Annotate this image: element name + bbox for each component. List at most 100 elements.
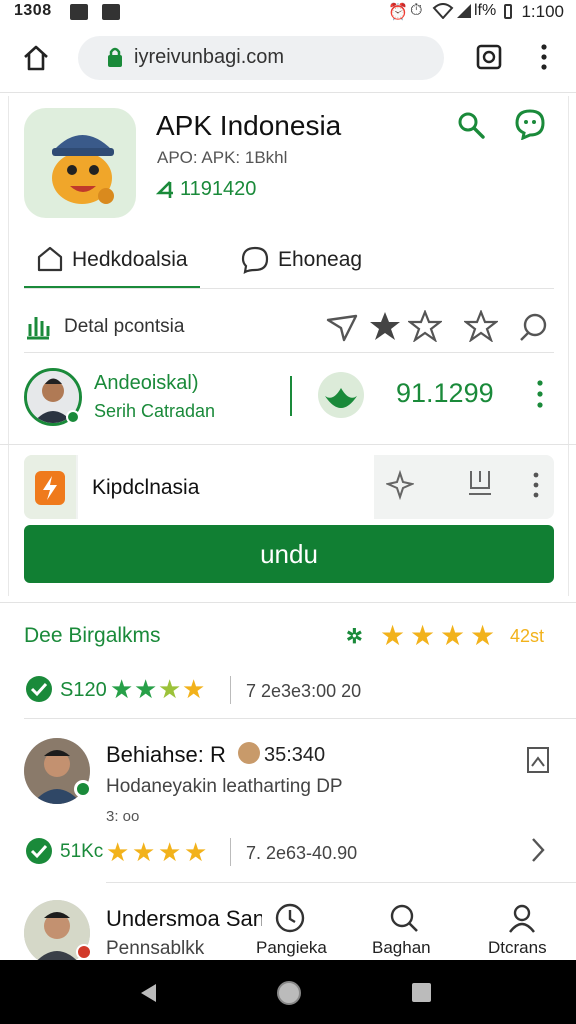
summary-date: 7 2e3e3:00 20: [246, 681, 362, 701]
image-icon: [102, 4, 120, 20]
bottom-tab-3[interactable]: Dtcrans: [488, 938, 547, 958]
browser-toolbar: iyreivunbagi.com: [0, 28, 576, 88]
review-1-divider-bottom: [106, 882, 576, 883]
review-1-star-1: ★: [106, 837, 130, 867]
more-vert-icon[interactable]: [538, 42, 550, 72]
search-icon[interactable]: [456, 110, 486, 140]
app-icon: [24, 108, 136, 218]
mascot-icon: [52, 135, 114, 204]
tab-reviews[interactable]: Ehoneag: [278, 248, 362, 272]
summary-divider-bottom: [24, 718, 576, 719]
status-time-right: 1:100: [521, 2, 564, 21]
tab-home-icon: [37, 246, 63, 272]
bookmark-icon[interactable]: [466, 468, 494, 498]
url-text[interactable]: iyreivunbagi.com: [134, 46, 284, 69]
chevron-right-icon[interactable]: [530, 836, 546, 864]
app-download-count: 1191420: [180, 178, 257, 200]
app-subtitle: APO: APK: 1Bkhl: [157, 148, 288, 167]
page-edge-right: [568, 96, 569, 596]
status-bar: 1308 ⏰ ⏱ lf% 1:100: [0, 0, 576, 24]
review-1-date: 7. 2e63-40.90: [246, 843, 358, 863]
verified-badge: [66, 410, 80, 424]
status-time-left: 1308: [14, 2, 52, 19]
bottom-search-icon[interactable]: [388, 902, 420, 934]
home-icon[interactable]: [22, 44, 50, 72]
clock-icon: ⏱: [410, 2, 423, 19]
developer-divider-bottom: [0, 444, 576, 445]
header-star-1: ★: [380, 620, 406, 651]
lock-icon: [108, 47, 122, 67]
app-card-label: Kipdclnasia: [92, 476, 200, 499]
reviews-rating-text: 42st: [510, 626, 545, 646]
download-button[interactable]: undu: [24, 525, 554, 583]
bottom-tab-1[interactable]: Pangieka: [256, 938, 327, 958]
toolbar-divider: [0, 92, 576, 93]
header-star-4: ★: [470, 620, 496, 651]
developer-more-icon[interactable]: [534, 378, 546, 410]
review-1-badge: [74, 780, 92, 798]
back-icon[interactable]: [138, 982, 158, 1004]
tabs-icon[interactable]: [475, 43, 503, 71]
battery-icon: [504, 4, 512, 19]
review-2-name[interactable]: Undersmoa San: [106, 906, 265, 932]
tab-overview[interactable]: Hedkdoalsia: [72, 248, 188, 272]
summary-divider: [230, 676, 231, 704]
review-1-text: Hodaneyakin leatharting DP: [106, 776, 343, 797]
star-filled-icon[interactable]: [368, 310, 402, 342]
bottom-tab-2[interactable]: Baghan: [372, 938, 431, 958]
history-icon[interactable]: [274, 902, 306, 934]
review-1-name[interactable]: Behiahse: R: [106, 742, 226, 768]
flash-icon: [35, 471, 65, 505]
summary-star-1: ★: [110, 674, 134, 704]
review-2-badge: [76, 944, 92, 960]
tabs-divider: [24, 288, 554, 289]
notification-icon: [70, 4, 88, 20]
reviews-title: Dee Birgalkms: [24, 624, 161, 647]
developer-sub: Serih Catradan: [94, 401, 216, 421]
star-outline-icon[interactable]: [408, 310, 442, 342]
developer-logo-icon: [318, 372, 364, 418]
check-circle-icon: [26, 676, 52, 702]
comment-icon[interactable]: [518, 312, 550, 342]
signal-text: lf%: [474, 2, 497, 19]
flag-icon[interactable]: [526, 746, 550, 774]
chat-icon[interactable]: [514, 108, 546, 140]
reviews-rating-icon: ✲: [346, 626, 363, 648]
signal-icon: [457, 4, 471, 18]
detail-divider: [24, 352, 554, 353]
detail-label: Detal pcontsia: [64, 316, 185, 337]
pin-icon[interactable]: [386, 470, 414, 500]
review-1-meta: 3: oo: [106, 808, 140, 825]
tab-comment-icon: [241, 246, 269, 274]
summary-star-2: ★: [134, 674, 158, 704]
review-1-badge-text: 35:340: [264, 744, 326, 766]
stats-icon: [27, 317, 50, 340]
review-1-check-icon: [26, 838, 52, 864]
developer-name[interactable]: Andeoiskal): [94, 372, 199, 395]
review-1-mini-avatar: [238, 742, 260, 764]
system-nav-bar: [0, 960, 576, 1024]
app-title: APK Indonesia: [156, 110, 342, 141]
review-1-star-2: ★: [132, 837, 156, 867]
developer-divider: [290, 376, 292, 416]
summary-star-3: ★: [158, 674, 182, 704]
summary-star-4: ★: [182, 674, 206, 704]
review-1-divider: [230, 838, 231, 866]
download-count-icon: [156, 181, 173, 198]
page-edge-left: [8, 96, 9, 596]
recents-icon[interactable]: [412, 983, 431, 1002]
star-outline-icon-2[interactable]: [464, 310, 498, 342]
share-icon[interactable]: [326, 312, 358, 342]
review-1-count: 51Kc: [60, 841, 104, 862]
header-star-3: ★: [440, 620, 466, 651]
wifi-icon: [432, 3, 454, 19]
review-2-text: Pennsablkk: [106, 938, 205, 959]
header-star-2: ★: [410, 620, 436, 651]
alarm-icon: ⏰: [388, 4, 408, 21]
summary-count: S120: [60, 679, 107, 701]
home-circle-icon[interactable]: [276, 980, 302, 1006]
card-more-icon[interactable]: [530, 470, 542, 500]
developer-score: 91.1299: [396, 378, 494, 408]
profile-icon[interactable]: [506, 902, 538, 934]
review-1-star-3: ★: [158, 837, 182, 867]
